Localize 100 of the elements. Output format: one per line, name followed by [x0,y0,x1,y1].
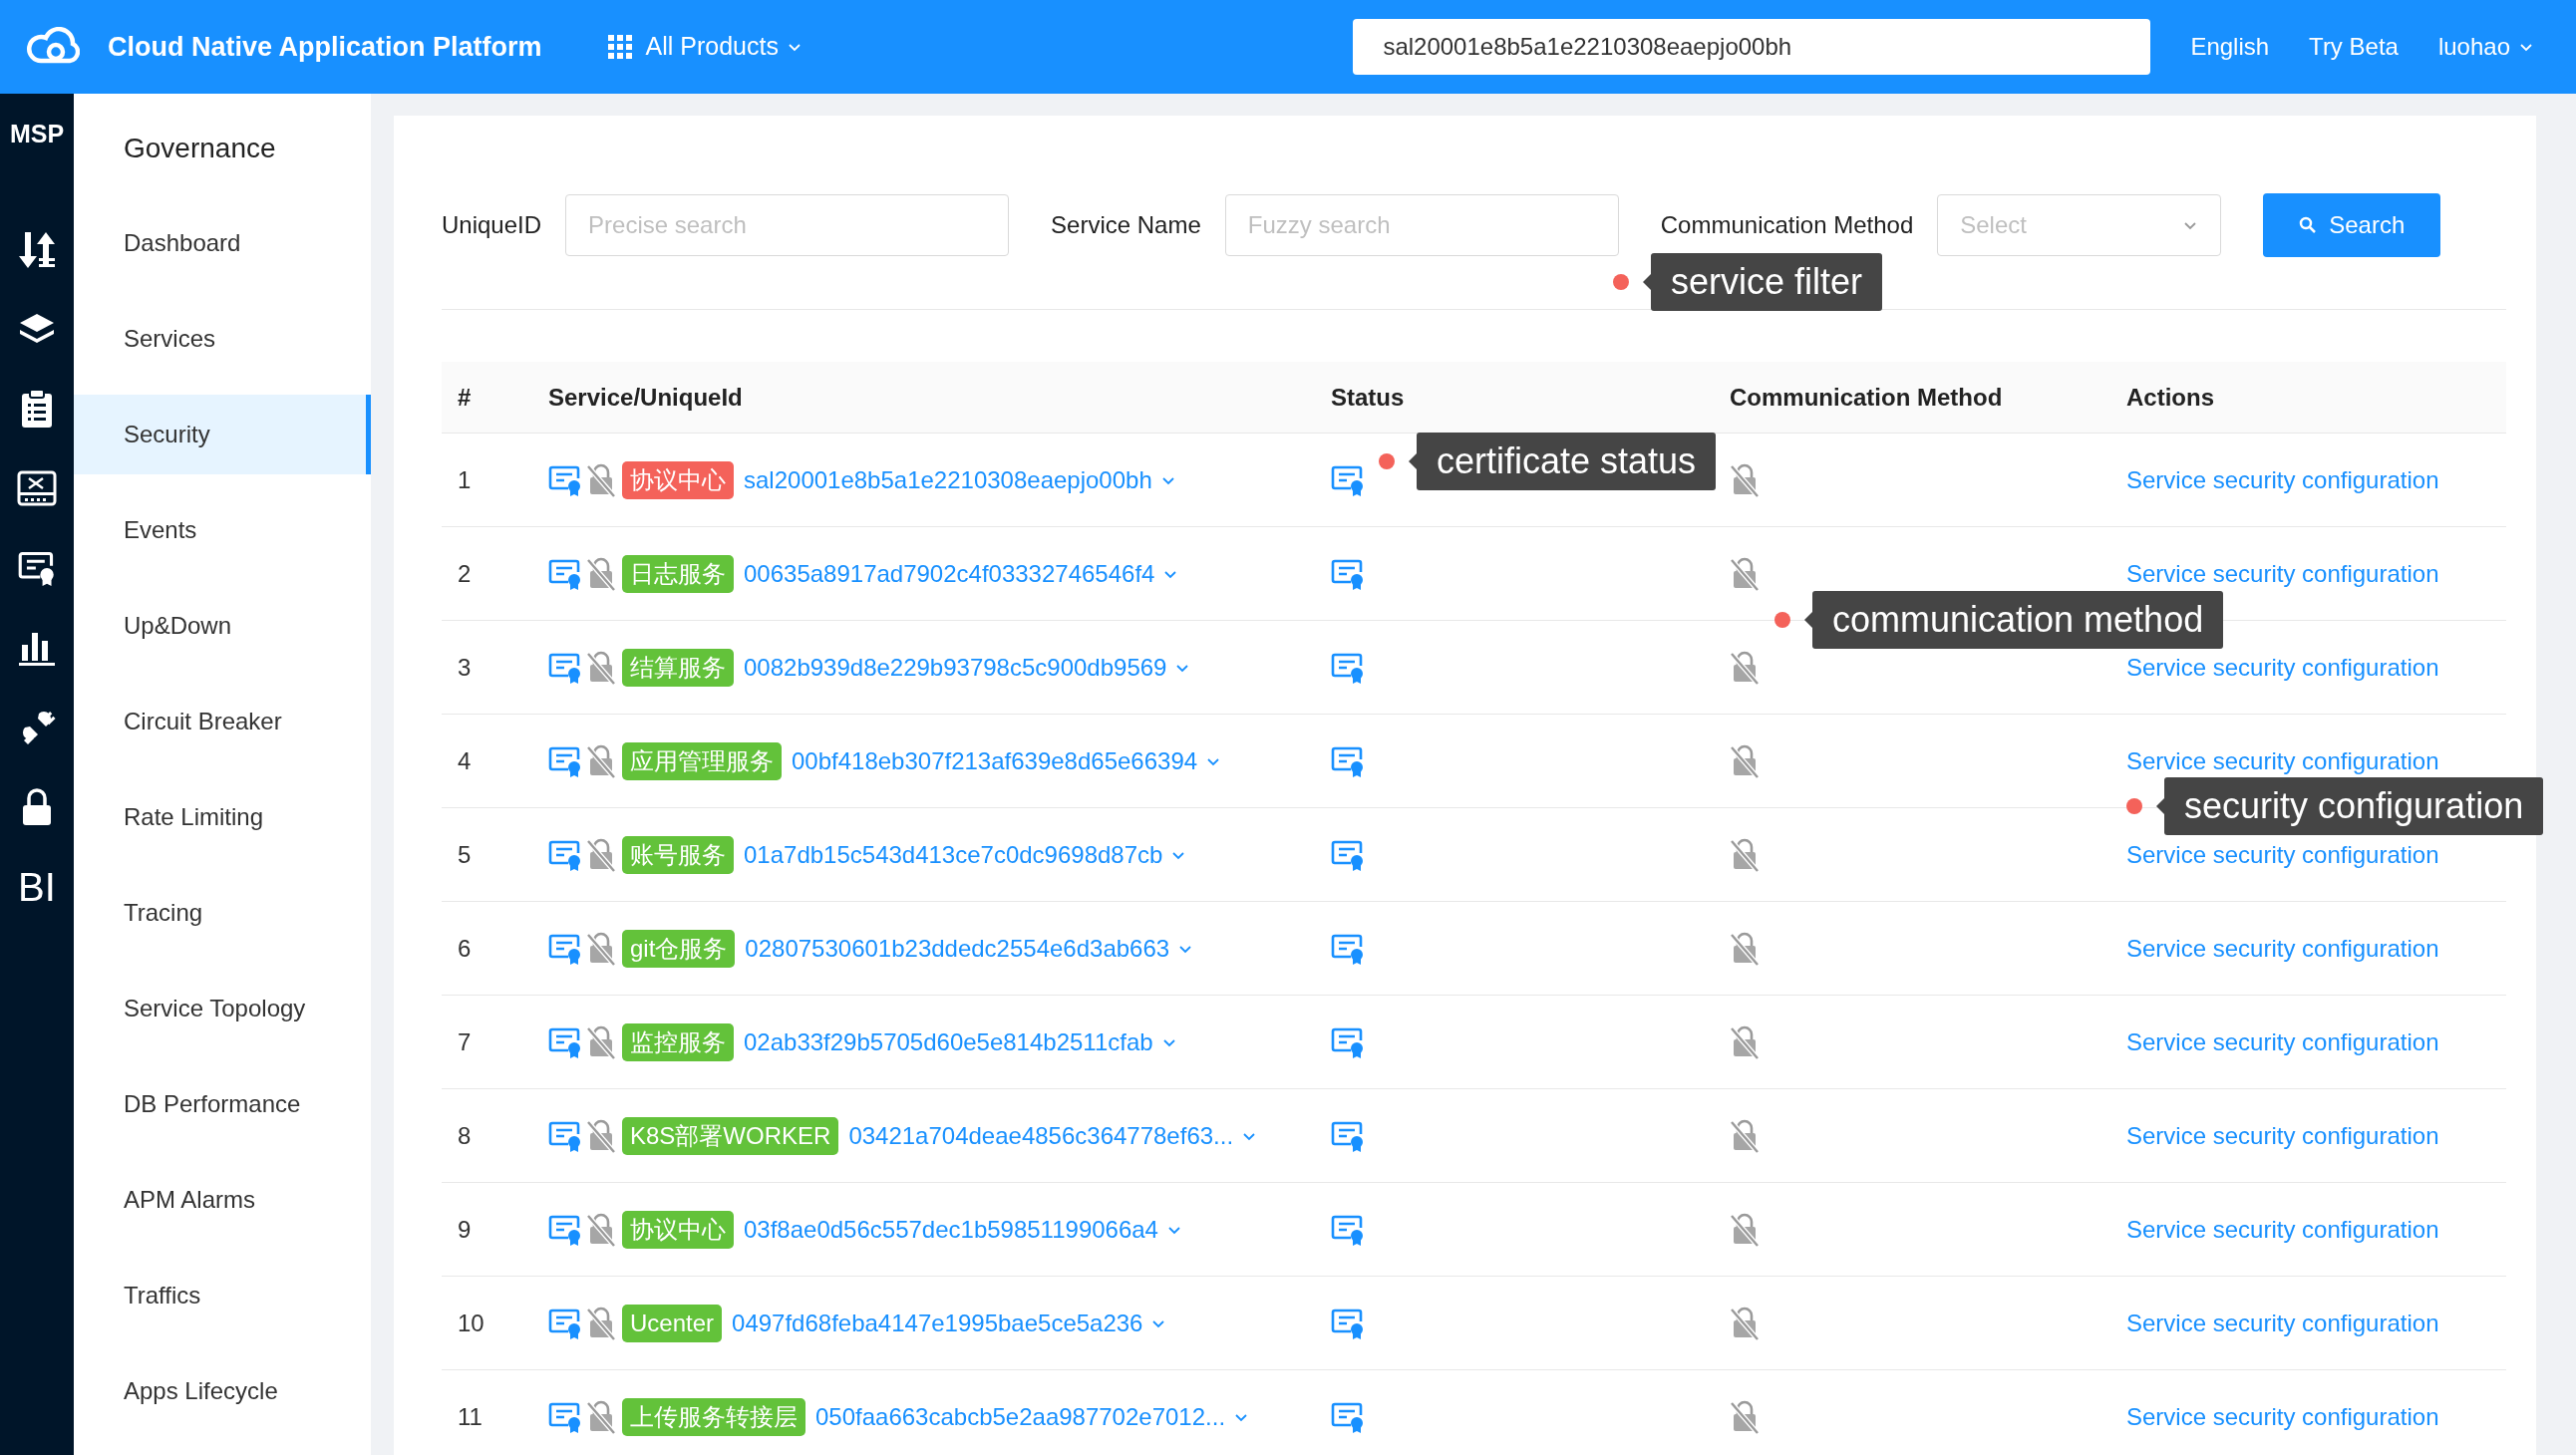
sidebar-item[interactable]: Rate Limiting [74,777,371,857]
sidebar-item[interactable]: Up&Down [74,586,371,666]
row-number: 4 [457,745,473,776]
search-button[interactable]: Search [2263,193,2441,257]
lock-slash-icon [586,1306,616,1340]
service-tag: 上传服务转接层 [622,1397,805,1436]
lock-slash-icon [1730,1118,1760,1153]
lock-slash-icon [586,1118,616,1153]
lock-slash-icon [1730,1306,1760,1340]
clipboard-list-icon[interactable] [20,388,54,429]
service-id-link[interactable]: 0082b939d8e229b93798c5c900db9569 [744,649,1191,686]
lock-slash-icon [1730,650,1760,685]
sidebar-item[interactable]: APM Alarms [74,1160,371,1240]
row-number: 3 [457,652,473,683]
annotation-tooltip: service filter [1651,253,1883,311]
config-link[interactable]: Service security configuration [2126,1117,2439,1154]
config-link[interactable]: Service security configuration [2126,742,2439,779]
config-link[interactable]: Service security configuration [2126,1305,2439,1341]
column-header: Actions [2126,382,2215,413]
service-id-link[interactable]: 00635a8917ad7902c4f03332746546f4 [744,555,1179,592]
header-link[interactable]: English [2190,29,2270,65]
header-link[interactable]: Try Beta [2309,29,2399,65]
sidebar-title: Governance [124,132,276,165]
config-link[interactable]: Service security configuration [2126,1211,2439,1248]
annotation-tooltip: security configuration [2164,776,2544,835]
annotation-tooltip: certificate status [1417,432,1717,490]
lock-slash-icon [586,1212,616,1247]
user-menu[interactable]: luohao [2437,29,2534,65]
sidebar-item[interactable]: Apps Lifecycle [74,1351,371,1431]
config-link[interactable]: Service security configuration [2126,836,2439,873]
service-tag: 账号服务 [622,835,734,874]
config-link[interactable]: Service security configuration [2126,1398,2439,1435]
sidebar-item[interactable]: Dashboard [74,203,371,283]
service-id-link[interactable]: 050faa663cabcb5e2aa987702e7012... [815,1398,1250,1435]
lock-slash-icon [586,743,616,778]
service-id-link[interactable]: 0497fd68feba4147e1995bae5ce5a236 [732,1305,1167,1341]
service-tag: 应用管理服务 [622,741,782,780]
apps-grid-icon[interactable] [607,35,632,59]
search-icon [2299,216,2318,234]
lock-slash-icon [1730,837,1760,872]
row-number: 9 [457,1214,473,1245]
config-link[interactable]: Service security configuration [2126,930,2439,967]
select-field[interactable]: Select [1937,194,2222,256]
row-number: 10 [457,1308,485,1338]
sidebar-item[interactable]: Service Topology [74,969,371,1048]
service-tag: 结算服务 [622,648,734,687]
lock-slash-icon [586,1399,616,1434]
column-header: Communication Method [1730,382,2004,413]
products-menu[interactable]: All Products [645,28,803,66]
switch-panel-icon[interactable] [17,469,57,506]
product-label: MSP [9,119,65,149]
lock-slash-icon [586,931,616,966]
service-id-link[interactable]: 01a7db15c543d413ce7c0dc9698d87cb [744,836,1187,873]
rail-item[interactable]: BI [18,866,56,907]
column-header: Status [1331,382,1406,413]
lock-slash-icon [1730,462,1760,497]
row-number: 2 [457,558,473,589]
search-field[interactable]: sal20001e8b5a1e2210308eaepjo00bh [1353,19,2151,75]
lock-slash-icon [1730,1212,1760,1247]
column-header: # [457,382,473,413]
lock-slash-icon [586,650,616,685]
sidebar-item[interactable]: DB Performance [74,1064,371,1144]
service-id-link[interactable]: 00bf418eb307f213af639e8d65e66394 [792,742,1222,779]
sidebar-item[interactable]: Tracing [74,873,371,953]
lock-icon[interactable] [20,786,54,827]
sidebar-item[interactable]: Events [74,490,371,570]
row-number: 11 [457,1401,483,1432]
lock-slash-icon [1730,1024,1760,1059]
lock-slash-icon [1730,931,1760,966]
lock-slash-icon [1730,1399,1760,1434]
service-tag: git仓服务 [622,929,736,968]
lock-slash-icon [586,1024,616,1059]
lock-slash-icon [586,556,616,591]
service-id-link[interactable]: 03421a704deae4856c364778ef63... [848,1117,1258,1154]
service-id-link[interactable]: 03f8ae0d56c557dec1b59851199066a4 [744,1211,1182,1248]
service-tag: Ucenter [622,1304,723,1342]
row-number: 6 [457,933,473,964]
input-field[interactable]: Fuzzy search [1224,194,1619,256]
lock-slash-icon [586,462,616,497]
service-tag: 监控服务 [622,1022,734,1061]
config-link[interactable]: Service security configuration [2126,649,2439,686]
lock-slash-icon [1730,743,1760,778]
config-link[interactable]: Service security configuration [2126,1023,2439,1060]
service-id-link[interactable]: 02807530601b23ddedc2554e6d3ab663 [745,930,1194,967]
config-link[interactable]: Service security configuration [2126,555,2439,592]
service-tag: 协议中心 [622,460,734,499]
field-label: Service Name [1051,210,1201,240]
sidebar-item[interactable]: Traffics [74,1256,371,1335]
sidebar-item[interactable]: Services [74,299,371,379]
field-label: UniqueID [442,210,542,240]
config-link[interactable]: Service security configuration [2126,461,2439,498]
column-header: Service/UniqueId [548,382,744,413]
field-label: Communication Method [1660,210,1914,240]
sidebar-item[interactable]: Security [74,395,371,474]
service-id-link[interactable]: sal20001e8b5a1e2210308eaepjo00bh [744,461,1176,498]
row-number: 1 [457,464,473,495]
row-number: 7 [457,1026,473,1057]
input-field[interactable]: Precise search [565,194,1010,256]
sidebar-item[interactable]: Circuit Breaker [74,682,371,761]
service-id-link[interactable]: 02ab33f29b5705d60e5e814b2511cfab [744,1023,1177,1060]
